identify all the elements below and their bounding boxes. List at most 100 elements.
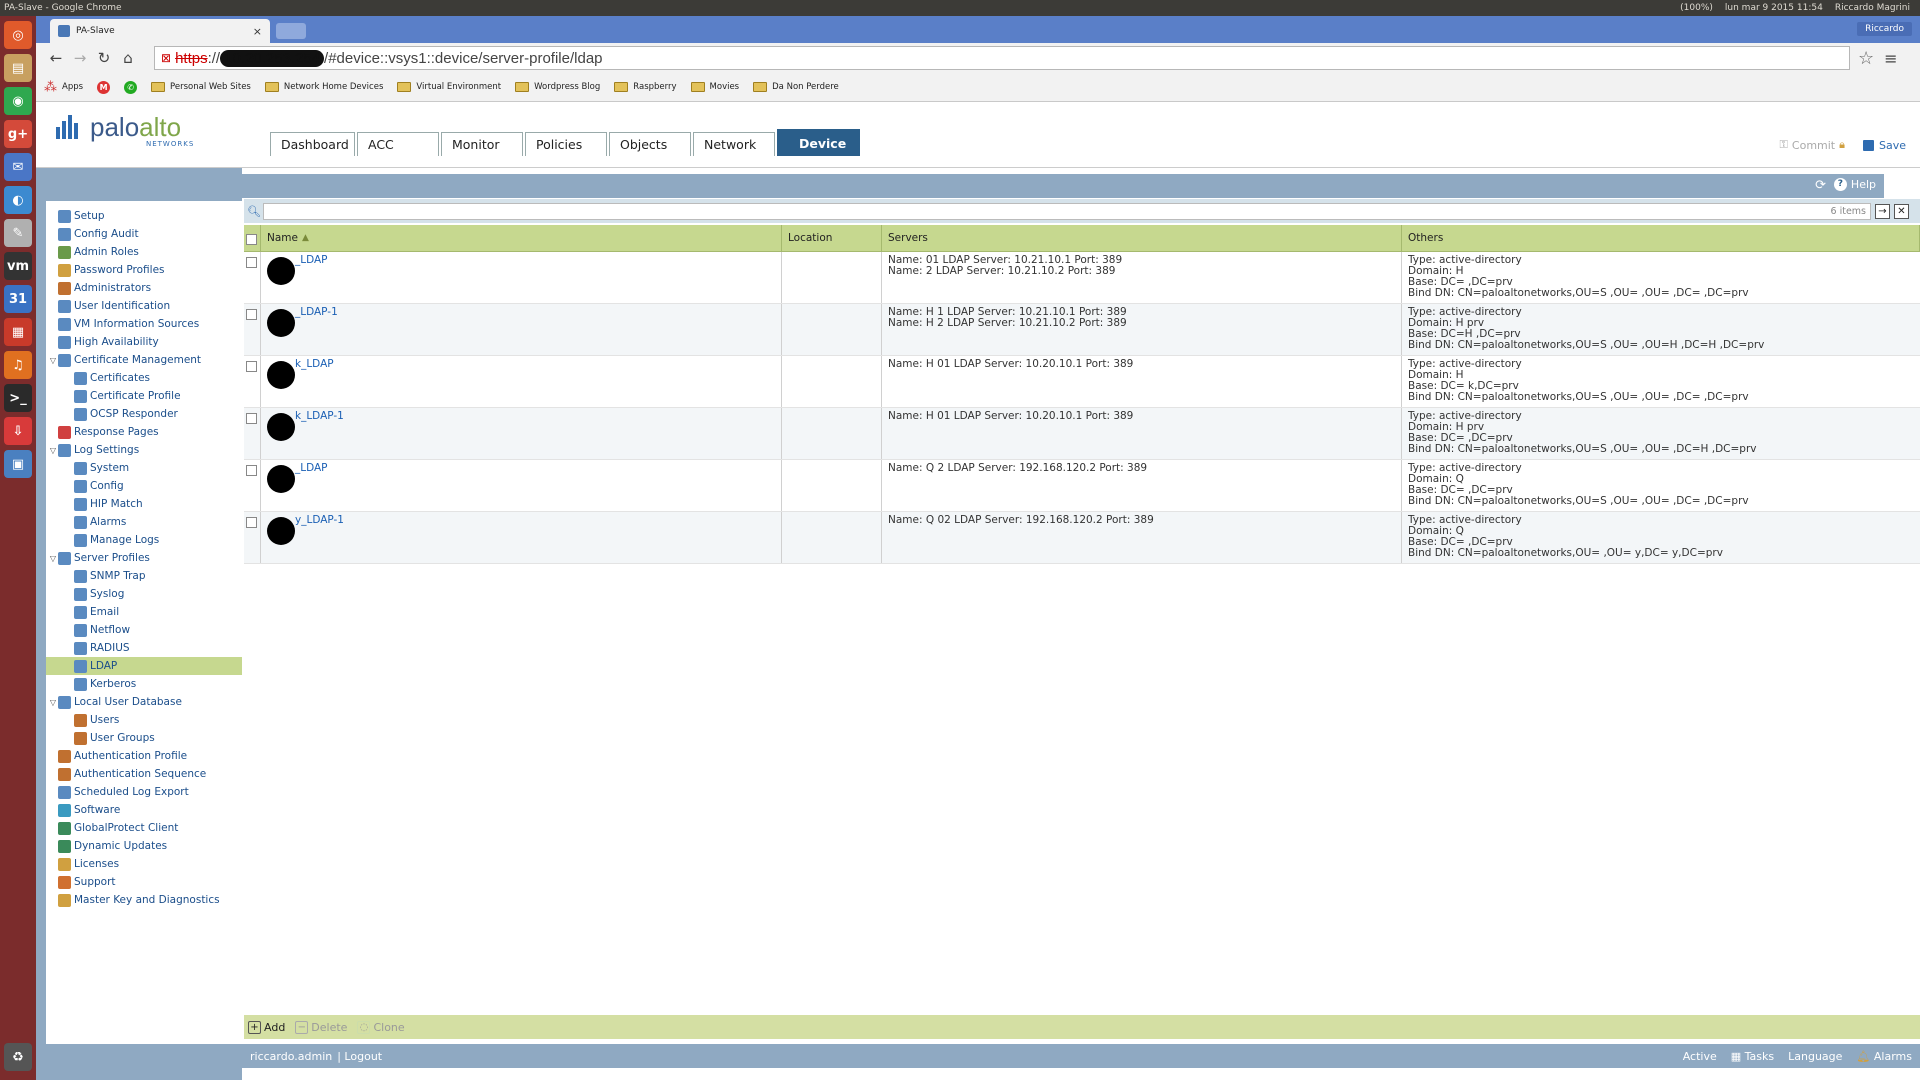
chrome-icon[interactable]: ◉ [4, 87, 32, 115]
profile-button[interactable]: Riccardo [1857, 22, 1912, 36]
ldap-profile-link[interactable]: k_LDAP [295, 358, 334, 370]
bookmark-item[interactable]: ✆ [124, 80, 138, 94]
home-icon[interactable]: ⌂ [116, 49, 140, 67]
row-checkbox[interactable] [246, 257, 257, 268]
select-all-checkbox-cell[interactable] [244, 225, 261, 251]
ldap-profile-link[interactable]: _LDAP-1 [295, 306, 338, 318]
sidebar-item-ldap[interactable]: LDAP [46, 657, 242, 675]
sidebar-item-setup[interactable]: Setup [46, 207, 242, 225]
ldap-profile-link[interactable]: _LDAP [295, 462, 328, 474]
alarms-button[interactable]: 🔔︎ Alarms [1856, 1050, 1912, 1063]
sidebar-item-software[interactable]: Software [46, 801, 242, 819]
sidebar-item-netflow[interactable]: Netflow [46, 621, 242, 639]
bookmark-item[interactable]: Movies [690, 82, 739, 92]
table-row[interactable]: _LDAP-1 Name: H 1 LDAP Server: 10.21.10.1… [244, 304, 1920, 356]
table-row[interactable]: y_LDAP-1 Name: Q 02 LDAP Server: 192.168.… [244, 512, 1920, 564]
sidebar-item-certificate-management[interactable]: ▽ Certificate Management [46, 351, 242, 369]
chrome-menu-icon[interactable]: ≡ [1884, 49, 1897, 68]
row-checkbox-cell[interactable] [244, 356, 261, 407]
clone-button[interactable]: ◌ Clone [357, 1020, 405, 1034]
browser-icon[interactable]: ◐ [4, 186, 32, 214]
tab-device[interactable]: Device [777, 129, 860, 156]
sidebar-item-config[interactable]: Config [46, 477, 242, 495]
column-header-name[interactable]: Name ▲ [261, 225, 782, 251]
text-editor-icon[interactable]: ✎ [4, 219, 32, 247]
bookmark-star-icon[interactable]: ☆ [1858, 48, 1874, 69]
language-button[interactable]: Language [1788, 1050, 1842, 1063]
tasks-button[interactable]: ▦ Tasks [1731, 1050, 1774, 1063]
row-checkbox[interactable] [246, 361, 257, 372]
bookmark-item[interactable]: Wordpress Blog [515, 82, 600, 92]
browser-tab[interactable]: PA-Slave × [50, 19, 270, 43]
commit-button[interactable]: ⚿ Commit 🔒︎ [1780, 138, 1845, 152]
tree-collapse-icon[interactable]: ▽ [48, 698, 58, 707]
tab-objects[interactable]: Objects [609, 132, 691, 156]
tab-network[interactable]: Network [693, 132, 775, 156]
sidebar-item-dynamic-updates[interactable]: Dynamic Updates [46, 837, 242, 855]
row-checkbox-cell[interactable] [244, 512, 261, 563]
network-icon[interactable]: ▣ [4, 450, 32, 478]
sidebar-item-certificate-profile[interactable]: Certificate Profile [46, 387, 242, 405]
bookmark-item[interactable]: Network Home Devices [264, 82, 383, 92]
sidebar-item-users[interactable]: Users [46, 711, 242, 729]
ldap-profile-link[interactable]: y_LDAP-1 [295, 514, 344, 526]
table-row[interactable]: k_LDAP-1 Name: H 01 LDAP Server: 10.20.10… [244, 408, 1920, 460]
sidebar-item-response-pages[interactable]: Response Pages [46, 423, 242, 441]
ubuntu-dash-icon[interactable]: ◎ [4, 21, 32, 49]
sidebar-item-system[interactable]: System [46, 459, 242, 477]
sidebar-item-local-user-database[interactable]: ▽ Local User Database [46, 693, 242, 711]
sidebar-item-certificates[interactable]: Certificates [46, 369, 242, 387]
bookmark-item[interactable]: Virtual Environment [397, 82, 501, 92]
bookmark-item[interactable]: Raspberry [614, 82, 677, 92]
tab-close-icon[interactable]: × [253, 25, 262, 38]
sidebar-item-authentication-sequence[interactable]: Authentication Sequence [46, 765, 242, 783]
column-header-others[interactable]: Others [1402, 225, 1920, 251]
sidebar-item-globalprotect-client[interactable]: GlobalProtect Client [46, 819, 242, 837]
sidebar-item-licenses[interactable]: Licenses [46, 855, 242, 873]
tab-acc[interactable]: ACC [357, 132, 439, 156]
reload-icon[interactable]: ↻ [92, 49, 116, 67]
sidebar-item-manage-logs[interactable]: Manage Logs [46, 531, 242, 549]
tab-dashboard[interactable]: Dashboard [270, 132, 355, 156]
sidebar-item-syslog[interactable]: Syslog [46, 585, 242, 603]
row-checkbox[interactable] [246, 413, 257, 424]
table-row[interactable]: _LDAP Name: Q 2 LDAP Server: 192.168.120.… [244, 460, 1920, 512]
sidebar-item-user-groups[interactable]: User Groups [46, 729, 242, 747]
tab-policies[interactable]: Policies [525, 132, 607, 156]
ldap-profile-link[interactable]: _LDAP [295, 254, 328, 266]
sidebar-item-vm-information-sources[interactable]: VM Information Sources [46, 315, 242, 333]
sidebar-item-support[interactable]: Support [46, 873, 242, 891]
tree-collapse-icon[interactable]: ▽ [48, 554, 58, 563]
new-tab-button[interactable] [276, 23, 306, 39]
sidebar-item-high-availability[interactable]: High Availability [46, 333, 242, 351]
sidebar-item-user-identification[interactable]: User Identification [46, 297, 242, 315]
download-icon[interactable]: ⇩ [4, 417, 32, 445]
sidebar-item-log-settings[interactable]: ▽ Log Settings [46, 441, 242, 459]
address-bar[interactable]: ⊠ https :// 10.20.253.254 /#device::vsys… [154, 46, 1850, 70]
sidebar-item-password-profiles[interactable]: Password Profiles [46, 261, 242, 279]
tab-monitor[interactable]: Monitor [441, 132, 523, 156]
table-row[interactable]: _LDAP Name: 01 LDAP Server: 10.21.10.1 Po… [244, 252, 1920, 304]
files-icon[interactable]: ▤ [4, 54, 32, 82]
back-icon[interactable]: ← [44, 49, 68, 67]
sidebar-item-administrators[interactable]: Administrators [46, 279, 242, 297]
row-checkbox-cell[interactable] [244, 408, 261, 459]
row-checkbox[interactable] [246, 309, 257, 320]
refresh-icon[interactable]: ⟳ [1815, 178, 1826, 193]
bookmark-item[interactable]: ⁂ Apps [44, 80, 83, 95]
row-checkbox[interactable] [246, 465, 257, 476]
logout-link[interactable]: | Logout [337, 1050, 382, 1063]
google-plus-icon[interactable]: g+ [4, 120, 32, 148]
tree-collapse-icon[interactable]: ▽ [48, 356, 58, 365]
row-checkbox[interactable] [246, 517, 257, 528]
apply-filter-icon[interactable]: → [1875, 203, 1890, 219]
red-app-icon[interactable]: ▦ [4, 318, 32, 346]
help-button[interactable]: ? Help [1833, 178, 1876, 191]
filter-input[interactable]: 6 items [263, 202, 1871, 220]
row-checkbox-cell[interactable] [244, 460, 261, 511]
tree-collapse-icon[interactable]: ▽ [48, 446, 58, 455]
clear-filter-icon[interactable]: ✕ [1894, 203, 1909, 219]
sidebar-item-scheduled-log-export[interactable]: Scheduled Log Export [46, 783, 242, 801]
sidebar-item-kerberos[interactable]: Kerberos [46, 675, 242, 693]
column-header-servers[interactable]: Servers [882, 225, 1402, 251]
